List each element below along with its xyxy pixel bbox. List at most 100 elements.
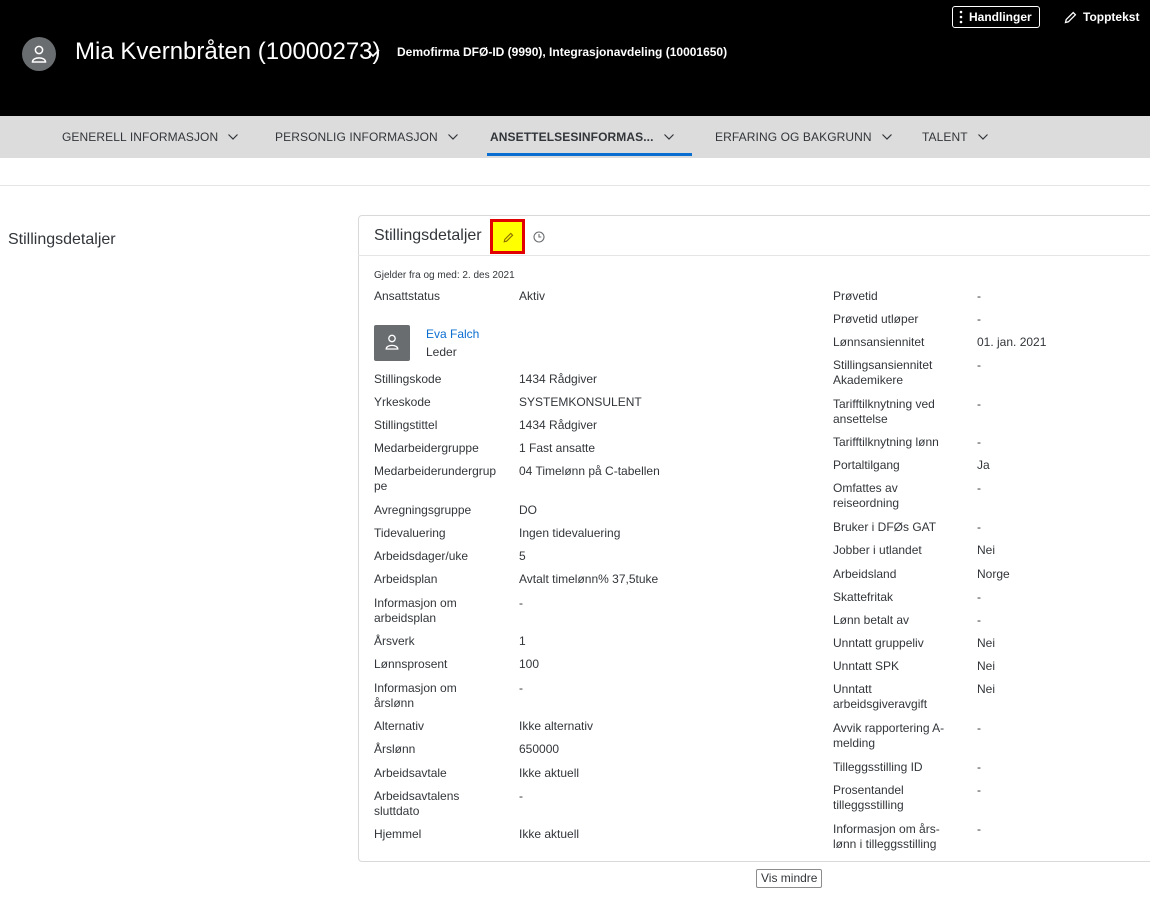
chevron-down-icon <box>663 134 674 140</box>
header-text-button-label: Topptekst <box>1083 10 1140 24</box>
field-label: Bruker i DFØs GAT <box>833 520 937 534</box>
field-label: Informasjon om arbeidsplan <box>374 596 457 625</box>
tab-talent[interactable]: TALENT <box>922 116 989 158</box>
field-label: Arbeidsavtale <box>374 766 447 780</box>
field-value: - <box>977 760 981 774</box>
field-value: 1434 Rådgiver <box>519 418 598 432</box>
field-value: - <box>977 590 981 604</box>
clock-icon[interactable] <box>533 231 545 243</box>
chevron-down-icon[interactable] <box>365 48 381 58</box>
employee-organization: Demofirma DFØ-ID (9990), Integrasjonavde… <box>397 45 728 59</box>
chevron-down-icon <box>228 134 239 140</box>
field-label: Informasjon om årslønn <box>374 681 457 710</box>
tab-general-information[interactable]: GENERELL INFORMASJON <box>62 116 239 158</box>
field-value: - <box>977 613 981 627</box>
field-value: - <box>977 721 981 735</box>
person-icon <box>31 45 47 63</box>
field-value: Nei <box>977 659 996 673</box>
field-label: Stillingsansiennitet Akademikere <box>833 358 933 387</box>
employee-avatar[interactable] <box>22 37 56 71</box>
field-label: Stillingstittel <box>374 418 438 432</box>
field-label: Stillingskode <box>374 372 442 386</box>
chevron-down-icon <box>881 134 892 140</box>
tab-experience-background[interactable]: ERFARING OG BAKGRUNN <box>715 116 893 158</box>
field-value: - <box>977 481 981 495</box>
field-value: Norge <box>977 567 1010 581</box>
tab-label: GENERELL INFORMASJON <box>62 130 219 144</box>
field-value: 100 <box>519 657 540 671</box>
chevron-down-icon <box>977 134 988 140</box>
field-value: - <box>977 435 981 449</box>
pencil-icon <box>1064 11 1077 23</box>
pencil-icon <box>503 232 514 243</box>
field-value: - <box>519 596 523 610</box>
field-value: 04 Timelønn på C-tabellen <box>519 464 660 478</box>
field-label: Tarifftilknytning ved ansettelse <box>833 397 935 426</box>
more-vertical-icon <box>959 10 963 24</box>
card-title: Stillingsdetaljer <box>374 227 482 244</box>
field-label: Omfattes av reiseordning <box>833 481 900 510</box>
section-navigation: GENERELL INFORMASJON PERSONLIG INFORMASJ… <box>0 116 1150 158</box>
tab-employment-information[interactable]: ANSETTELSESINFORMAS... <box>490 116 675 158</box>
field-value: 1434 Rådgiver <box>519 372 598 386</box>
field-label: Arbeidsland <box>833 567 897 581</box>
field-value: - <box>977 358 981 372</box>
field-label: Tilleggsstilling ID <box>833 760 923 774</box>
field-value: 650000 <box>519 742 560 756</box>
field-value: 5 <box>519 549 526 563</box>
active-tab-indicator <box>487 153 692 156</box>
field-label: Portaltilgang <box>833 458 900 472</box>
field-label: Avregningsgruppe <box>374 503 472 517</box>
field-value: Ja <box>977 458 990 472</box>
field-label: Årslønn <box>374 742 416 756</box>
field-value: - <box>519 681 523 695</box>
field-value: Ikke aktuell <box>519 827 580 841</box>
field-label: Tidevaluering <box>374 526 446 540</box>
field-value: Avtalt timelønn% 37,5tuke <box>519 572 659 586</box>
tab-personal-information[interactable]: PERSONLIG INFORMASJON <box>275 116 459 158</box>
chevron-down-icon <box>447 134 458 140</box>
field-value: Ikke alternativ <box>519 719 594 733</box>
field-label: Lønnsprosent <box>374 657 448 671</box>
field-label-employee-status: Ansattstatus <box>374 289 441 303</box>
field-value: Ingen tidevaluering <box>519 526 621 540</box>
field-value: Nei <box>977 543 996 557</box>
field-label: Jobber i utlandet <box>833 543 922 557</box>
field-label: Årsverk <box>374 634 415 648</box>
field-value: 01. jan. 2021 <box>977 335 1047 349</box>
manager-name-link[interactable]: Eva Falch <box>426 327 479 341</box>
field-value: - <box>977 520 981 534</box>
field-value: - <box>977 783 981 797</box>
object-page-header: Mia Kvernbråten (10000273) Demofirma DFØ… <box>0 0 1150 116</box>
field-value-employee-status: Aktiv <box>519 289 546 303</box>
field-value: SYSTEMKONSULENT <box>519 395 642 409</box>
header-text-button[interactable]: Topptekst <box>1064 10 1139 24</box>
divider <box>0 185 1150 186</box>
field-value: - <box>977 312 981 326</box>
person-icon <box>385 334 399 350</box>
employee-name: Mia Kvernbråten (10000273) <box>75 38 381 65</box>
manager-role: Leder <box>426 345 457 359</box>
field-label: Lønn betalt av <box>833 613 910 627</box>
field-label: Medarbeidergruppe <box>374 441 479 455</box>
field-label: Hjemmel <box>374 827 422 841</box>
field-value: - <box>519 789 523 803</box>
effective-date: Gjelder fra og med: 2. des 2021 <box>374 270 515 281</box>
field-label: Avvik rapportering A-melding <box>833 721 945 750</box>
field-label: Lønnsansiennitet <box>833 335 925 349</box>
section-label: Stillingsdetaljer <box>8 231 116 248</box>
field-label: Prøvetid <box>833 289 878 303</box>
manager-avatar[interactable] <box>374 325 410 361</box>
actions-button-label: Handlinger <box>969 10 1032 24</box>
field-label: Yrkeskode <box>374 395 431 409</box>
tab-label: ANSETTELSESINFORMAS... <box>490 130 654 144</box>
actions-button[interactable]: Handlinger <box>952 6 1040 28</box>
field-label: Unntatt SPK <box>833 659 900 673</box>
field-label: Arbeidsavtalens sluttdato <box>374 789 460 818</box>
field-label: Tarifftilknytning lønn <box>833 435 939 449</box>
show-less-button[interactable]: Vis mindre <box>756 869 823 888</box>
tab-label: ERFARING OG BAKGRUNN <box>715 130 872 144</box>
field-label: Unntatt gruppeliv <box>833 636 924 650</box>
field-value: 1 Fast ansatte <box>519 441 596 455</box>
edit-button[interactable] <box>490 219 525 254</box>
